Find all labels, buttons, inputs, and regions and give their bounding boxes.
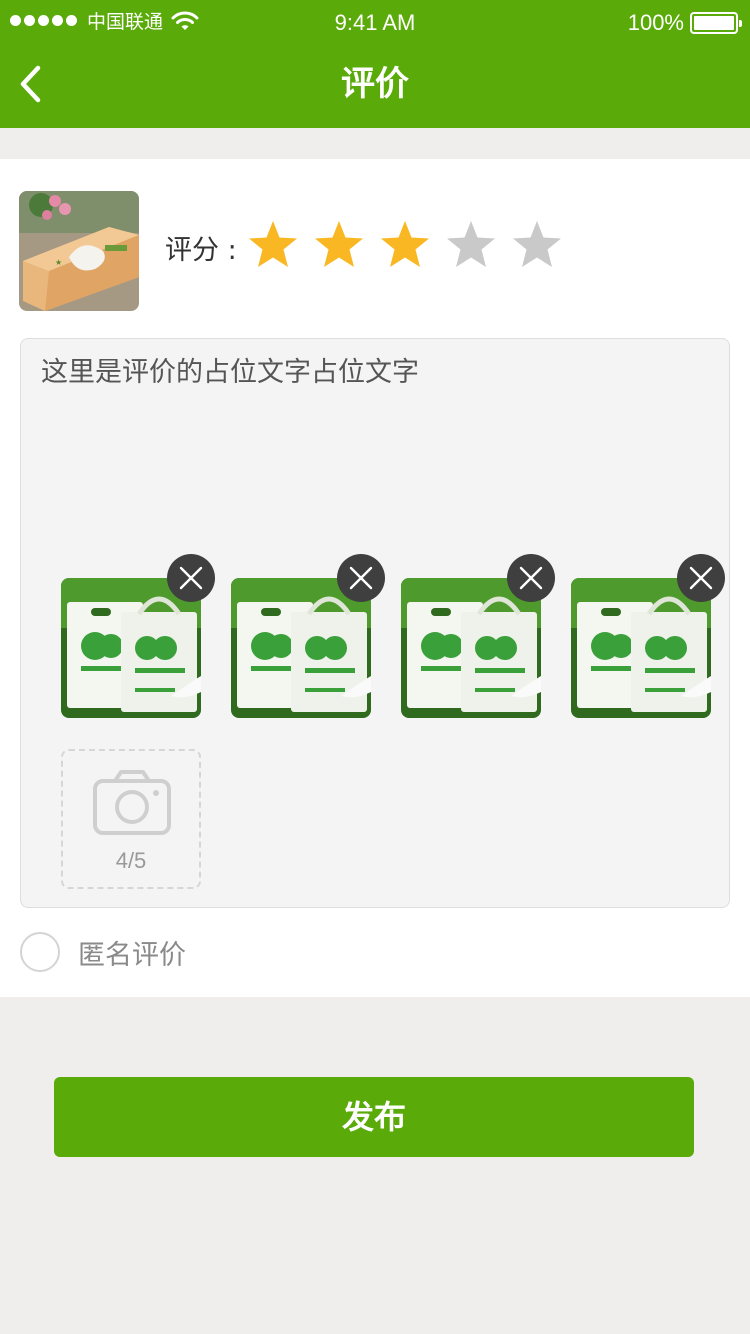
review-textarea[interactable]: 这里是评价的占位文字占位文字 4/5 <box>20 338 730 908</box>
review-card: ★ 评分 : 这里是评价的占位文字占位文字 4/5 匿名评价 <box>0 159 750 997</box>
star-filled-icon[interactable] <box>313 219 365 271</box>
rating-label: 评分 : <box>165 235 237 266</box>
close-icon <box>689 566 713 590</box>
review-text: 这里是评价的占位文字占位文字 <box>41 357 419 388</box>
delete-photo-button[interactable] <box>167 554 215 602</box>
star-filled-icon[interactable] <box>379 219 431 271</box>
close-icon <box>179 566 203 590</box>
camera-icon <box>93 770 171 835</box>
delete-photo-button[interactable] <box>677 554 725 602</box>
star-empty-icon[interactable] <box>445 219 497 271</box>
close-icon <box>349 566 373 590</box>
publish-button[interactable]: 发布 <box>54 1077 694 1157</box>
anonymous-label: 匿名评价 <box>78 939 186 971</box>
page-title: 评价 <box>341 64 409 104</box>
anonymous-review-toggle[interactable]: 匿名评价 <box>20 931 186 973</box>
delete-photo-button[interactable] <box>337 554 385 602</box>
star-empty-icon[interactable] <box>511 219 563 271</box>
star-rating[interactable] <box>247 219 563 271</box>
svg-text:★: ★ <box>55 258 62 267</box>
add-photo-button[interactable]: 4/5 <box>61 749 201 889</box>
anonymous-radio[interactable] <box>20 932 60 972</box>
photo-thumbnail[interactable] <box>61 554 215 718</box>
photo-count: 4/5 <box>115 848 147 873</box>
photo-thumbnail[interactable] <box>231 554 385 718</box>
battery-icon <box>690 12 742 34</box>
photo-thumbnail[interactable] <box>401 554 555 718</box>
close-icon <box>519 566 543 590</box>
delete-photo-button[interactable] <box>507 554 555 602</box>
star-filled-icon[interactable] <box>247 219 299 271</box>
status-bar: 中国联通 9:41 AM 100% <box>0 0 750 44</box>
product-thumbnail: ★ <box>19 191 139 311</box>
photo-thumbnail[interactable] <box>571 554 725 718</box>
battery-percentage: 100% <box>627 10 684 35</box>
nav-bar: 评价 <box>0 44 750 128</box>
